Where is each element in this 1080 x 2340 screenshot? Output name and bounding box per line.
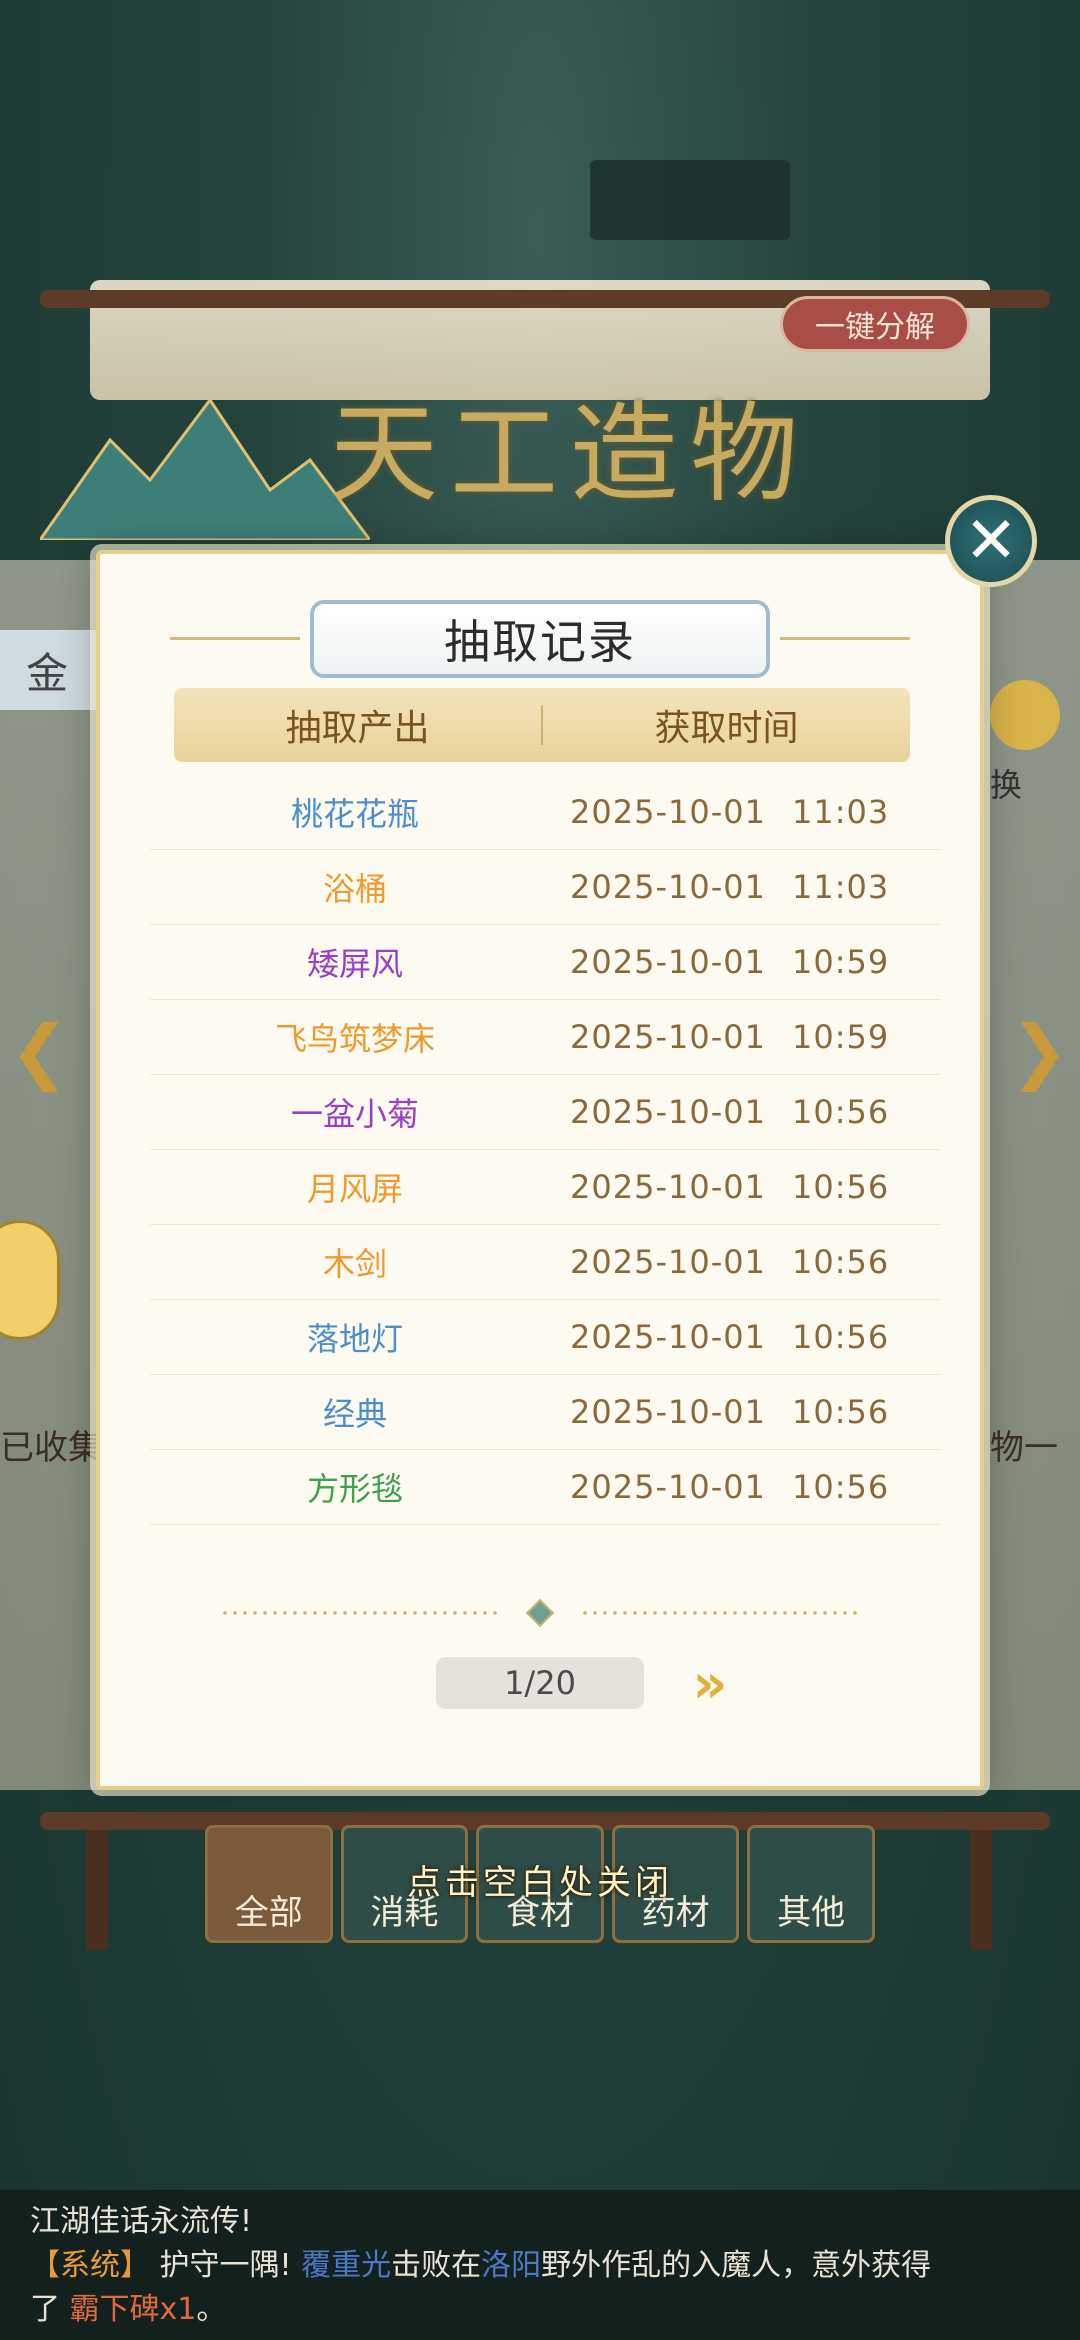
record-item-name: 一盆小菊 (290, 1095, 419, 1133)
page-indicator: 1/20 (436, 1657, 644, 1709)
record-date: 2025-10-01 (570, 943, 766, 981)
chat-item-name[interactable]: 霸下碑x1 (70, 2292, 197, 2327)
chat-player-name[interactable]: 覆重光 (301, 2248, 391, 2283)
record-item-name: 浴桶 (322, 870, 387, 908)
record-date: 2025-10-01 (570, 1393, 766, 1431)
dotted-divider (220, 1598, 860, 1628)
record-clock-time: 10:56 (791, 1243, 890, 1281)
record-date: 2025-10-01 (570, 1018, 766, 1056)
record-item-name: 方形毯 (306, 1470, 403, 1508)
record-clock-time: 11:03 (791, 868, 890, 906)
divider-dots-right (580, 1611, 860, 1615)
record-time: 2025-10-01 10:56 (560, 1393, 940, 1431)
title-ornament-left (170, 637, 300, 640)
gold-coin-icon[interactable] (990, 680, 1060, 750)
chat-system-tag: 【系统】 (30, 2248, 150, 2283)
world-chat[interactable]: 江湖佳话永流传! 【系统】 护守一隅! 覆重光击败在洛阳野外作乱的入魔人，意外获… (0, 2190, 1080, 2340)
record-date: 2025-10-01 (570, 1093, 766, 1131)
title-calligraphy: 天工造物 (329, 392, 810, 517)
table-row: 浴桶 2025-10-01 11:03 (150, 850, 940, 925)
chat-line-3: 了 霸下碑x1。 (30, 2288, 1050, 2332)
record-clock-time: 10:56 (791, 1093, 890, 1131)
chat-text: 。 (196, 2292, 227, 2327)
table-header: 抽取产出 获取时间 (174, 688, 910, 762)
chat-text: 了 (30, 2292, 60, 2327)
item-overview-label[interactable]: 物一览 (990, 1420, 1080, 1466)
record-item-name: 矮屏风 (306, 945, 403, 983)
column-header-output: 抽取产出 (285, 708, 430, 749)
record-time: 2025-10-01 10:56 (560, 1468, 940, 1506)
chat-text: 击败在 (391, 2248, 482, 2283)
record-clock-time: 11:03 (791, 793, 890, 831)
chat-bubble-icon[interactable] (0, 1220, 60, 1340)
record-time: 2025-10-01 11:03 (560, 793, 940, 831)
prev-room-arrow-icon[interactable]: ❮ (10, 1010, 70, 1092)
double-chevron-right-icon[interactable]: » (680, 1652, 740, 1715)
table-row: 飞鸟筑梦床 2025-10-01 10:59 (150, 1000, 940, 1075)
record-clock-time: 10:56 (791, 1393, 890, 1431)
collected-label: 已收集 (0, 1428, 102, 1468)
close-x-icon[interactable]: ✕ (945, 495, 1037, 587)
title-ornament-right (780, 637, 910, 640)
table-row: 月风屏 2025-10-01 10:56 (150, 1150, 940, 1225)
record-time: 2025-10-01 10:59 (560, 943, 940, 981)
tab-other[interactable]: 其他 (747, 1825, 875, 1943)
record-time: 2025-10-01 10:56 (560, 1318, 940, 1356)
record-date: 2025-10-01 (570, 1168, 766, 1206)
shelf-post-left (86, 1830, 108, 1950)
record-clock-time: 10:56 (791, 1318, 890, 1356)
record-item-name: 落地灯 (306, 1320, 403, 1358)
building-silhouette (590, 160, 790, 240)
record-item-name: 飞鸟筑梦床 (274, 1020, 435, 1058)
one-click-decompose-button[interactable]: 一键分解 (780, 296, 970, 352)
shelf-post-right (970, 1830, 992, 1950)
record-date: 2025-10-01 (570, 1318, 766, 1356)
chat-text: 护守一隅! (159, 2248, 292, 2283)
record-date: 2025-10-01 (570, 1468, 766, 1506)
tap-blank-to-close-hint[interactable]: 点击空白处关闭 (350, 1855, 730, 1911)
record-item-name: 月风屏 (306, 1170, 403, 1208)
record-clock-time: 10:59 (791, 1018, 890, 1056)
record-time: 2025-10-01 10:56 (560, 1168, 940, 1206)
table-row: 桃花花瓶 2025-10-01 11:03 (150, 775, 940, 850)
record-date: 2025-10-01 (570, 868, 766, 906)
record-clock-time: 10:56 (791, 1168, 890, 1206)
record-date: 2025-10-01 (570, 1243, 766, 1281)
next-room-arrow-icon[interactable]: ❯ (1010, 1010, 1070, 1092)
record-list: 桃花花瓶 2025-10-01 11:03 浴桶 2025-10-01 11:03 矮屏风 2… (150, 775, 940, 1525)
chat-line-1: 江湖佳话永流传! (30, 2204, 253, 2239)
record-clock-time: 10:59 (791, 943, 890, 981)
table-row: 一盆小菊 2025-10-01 10:56 (150, 1075, 940, 1150)
record-time: 2025-10-01 10:59 (560, 1018, 940, 1056)
exchange-label: 换 (990, 766, 1023, 804)
record-date: 2025-10-01 (570, 793, 766, 831)
chat-text: 野外作乱的入魔人，意外获得 (541, 2248, 932, 2283)
table-row: 矮屏风 2025-10-01 10:59 (150, 925, 940, 1000)
table-row: 木剑 2025-10-01 10:56 (150, 1225, 940, 1300)
modal-title: 抽取记录 (444, 615, 636, 669)
table-row: 落地灯 2025-10-01 10:56 (150, 1300, 940, 1375)
record-item-name: 桃花花瓶 (290, 795, 419, 833)
record-item-name: 木剑 (322, 1245, 387, 1283)
chat-line-2: 【系统】 护守一隅! 覆重光击败在洛阳野外作乱的入魔人，意外获得 (30, 2244, 1050, 2288)
table-row: 经典 2025-10-01 10:56 (150, 1375, 940, 1450)
column-header-time: 获取时间 (654, 708, 799, 749)
record-time: 2025-10-01 10:56 (560, 1093, 940, 1131)
record-clock-time: 10:56 (791, 1468, 890, 1506)
record-item-name: 经典 (322, 1395, 387, 1433)
modal-title-banner: 抽取记录 (310, 600, 770, 678)
table-row: 方形毯 2025-10-01 10:56 (150, 1450, 940, 1525)
chat-place-name[interactable]: 洛阳 (481, 2248, 541, 2283)
divider-dots-left (220, 1611, 500, 1615)
tab-all[interactable]: 全部 (205, 1825, 333, 1943)
record-time: 2025-10-01 10:56 (560, 1243, 940, 1281)
record-time: 2025-10-01 11:03 (560, 868, 940, 906)
